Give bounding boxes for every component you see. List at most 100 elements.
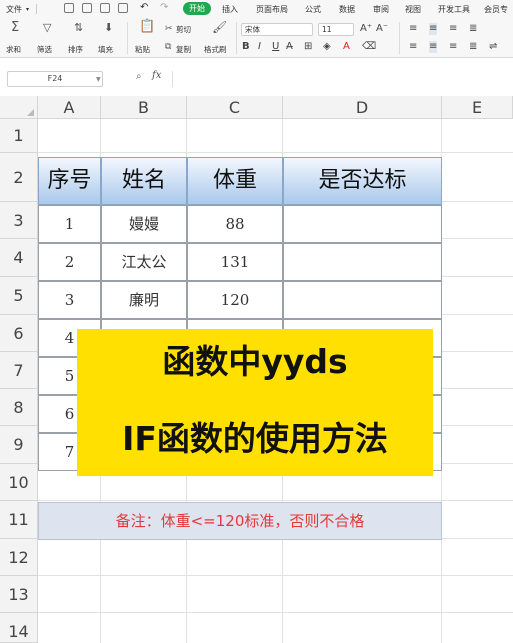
underline-icon[interactable]: U bbox=[272, 41, 279, 53]
align-top-icon[interactable]: ≡ bbox=[409, 23, 417, 35]
menu-page-layout[interactable]: 页面布局 bbox=[256, 4, 288, 15]
row-header-13[interactable]: 13 bbox=[0, 576, 38, 613]
justify-icon[interactable]: ≣ bbox=[469, 41, 477, 53]
increase-font-icon[interactable]: A⁺ bbox=[360, 23, 372, 35]
cut-button[interactable]: 剪切 bbox=[176, 24, 191, 35]
row-header-11[interactable]: 11 bbox=[0, 501, 38, 539]
fx-icon[interactable]: fx bbox=[152, 70, 161, 81]
copy-button[interactable]: 复制 bbox=[176, 44, 191, 55]
fill-color-icon[interactable]: ◈ bbox=[323, 41, 331, 53]
table-cell-no[interactable]: 2 bbox=[38, 243, 101, 281]
row-header-2[interactable]: 2 bbox=[0, 153, 38, 202]
banner-line-2: IF函数的使用方法 bbox=[122, 419, 388, 458]
menu-view[interactable]: 视图 bbox=[405, 4, 421, 15]
title-banner: 函数中yyds IF函数的使用方法 bbox=[77, 329, 433, 476]
brush-icon[interactable]: 🖌 bbox=[212, 21, 227, 33]
col-header-a[interactable]: A bbox=[38, 96, 101, 119]
filter-icon[interactable]: ▽ bbox=[43, 22, 51, 34]
table-header-no[interactable]: 序号 bbox=[38, 157, 101, 205]
menu-insert[interactable]: 插入 bbox=[222, 4, 238, 15]
table-cell-pass[interactable] bbox=[283, 205, 442, 243]
redo-icon[interactable]: ↷ bbox=[160, 2, 168, 13]
table-header-pass[interactable]: 是否达标 bbox=[283, 157, 442, 205]
fill-icon[interactable]: ⬇ bbox=[104, 22, 113, 34]
ribbon-toolbar: Σ 求和 ▽ 筛选 ⇅ 排序 ⬇ 填充 📋 粘贴 ✂ 剪切 ⧉ 复制 🖌 格式刷… bbox=[0, 18, 513, 58]
col-header-e[interactable]: E bbox=[442, 96, 513, 119]
menu-developer[interactable]: 开发工具 bbox=[438, 4, 470, 15]
align-middle-icon[interactable]: ≡ bbox=[429, 23, 438, 35]
print-icon[interactable] bbox=[100, 3, 110, 13]
search-icon[interactable]: ⌕ bbox=[136, 71, 142, 82]
table-header-name[interactable]: 姓名 bbox=[101, 157, 187, 205]
row-header-12[interactable]: 12 bbox=[0, 539, 38, 576]
format-painter-button[interactable]: 格式刷 bbox=[204, 44, 227, 55]
font-color-icon[interactable]: A bbox=[343, 41, 350, 53]
save-icon[interactable] bbox=[64, 3, 74, 13]
row-header-10[interactable]: 10 bbox=[0, 464, 38, 501]
decrease-font-icon[interactable]: A⁻ bbox=[376, 23, 388, 35]
table-cell-weight[interactable]: 88 bbox=[187, 205, 283, 243]
formula-input[interactable] bbox=[172, 71, 508, 87]
menu-start[interactable]: 开始 bbox=[183, 2, 211, 15]
name-box[interactable]: F24 bbox=[7, 71, 103, 87]
align-center-icon[interactable]: ≡ bbox=[429, 41, 438, 53]
select-all-corner[interactable] bbox=[0, 96, 38, 119]
undo-icon[interactable]: ↶ bbox=[140, 2, 148, 13]
menu-formula[interactable]: 公式 bbox=[305, 4, 321, 15]
table-header-weight[interactable]: 体重 bbox=[187, 157, 283, 205]
note-cell[interactable]: 备注：体重<=120标准，否则不合格 bbox=[38, 502, 442, 540]
table-cell-pass[interactable] bbox=[283, 281, 442, 319]
banner-line-1: 函数中yyds bbox=[162, 342, 348, 381]
row-header-5[interactable]: 5 bbox=[0, 277, 38, 315]
table-cell-name[interactable]: 江太公 bbox=[101, 243, 187, 281]
print-preview-icon[interactable] bbox=[82, 3, 92, 13]
row-header-14[interactable]: 14 bbox=[0, 613, 38, 643]
row-header-4[interactable]: 4 bbox=[0, 239, 38, 277]
paste-icon[interactable]: 📋 bbox=[139, 20, 155, 33]
filter-button[interactable]: 筛选 bbox=[37, 44, 52, 55]
chevron-down-icon[interactable]: ▼ bbox=[96, 76, 101, 83]
table-cell-weight[interactable]: 131 bbox=[187, 243, 283, 281]
row-header-9[interactable]: 9 bbox=[0, 426, 38, 464]
row-header-8[interactable]: 8 bbox=[0, 389, 38, 426]
menu-file[interactable]: 文件 bbox=[6, 4, 22, 15]
border-icon[interactable]: ⊞ bbox=[304, 41, 312, 53]
copy-icon[interactable]: ⧉ bbox=[165, 41, 171, 53]
col-header-b[interactable]: B bbox=[101, 96, 187, 119]
sum-icon[interactable]: Σ bbox=[11, 21, 19, 34]
table-cell-name[interactable]: 嫚嫚 bbox=[101, 205, 187, 243]
clear-format-icon[interactable]: ⌫ bbox=[362, 41, 376, 53]
sort-button[interactable]: 排序 bbox=[68, 44, 83, 55]
align-bottom-icon[interactable]: ≡ bbox=[449, 23, 457, 35]
fill-button[interactable]: 填充 bbox=[98, 44, 113, 55]
row-header-7[interactable]: 7 bbox=[0, 352, 38, 389]
table-cell-no[interactable]: 1 bbox=[38, 205, 101, 243]
sum-button[interactable]: 求和 bbox=[6, 44, 21, 55]
align-right-icon[interactable]: ≡ bbox=[449, 41, 457, 53]
table-cell-weight[interactable]: 120 bbox=[187, 281, 283, 319]
sort-icon[interactable]: ⇅ bbox=[74, 22, 83, 34]
strikethrough-icon[interactable]: A̶ bbox=[286, 41, 293, 53]
bold-icon[interactable]: B bbox=[242, 41, 250, 53]
chevron-down-icon[interactable]: ▾ bbox=[26, 6, 29, 13]
wrap-text-icon[interactable]: ⇌ bbox=[489, 41, 497, 53]
paste-button[interactable]: 粘贴 bbox=[135, 44, 150, 55]
row-header-6[interactable]: 6 bbox=[0, 315, 38, 352]
col-header-d[interactable]: D bbox=[283, 96, 442, 119]
indent-icon[interactable]: ≣ bbox=[469, 23, 477, 35]
menu-member[interactable]: 会员专 bbox=[484, 4, 508, 15]
font-size-select[interactable]: 11 bbox=[318, 23, 354, 36]
table-cell-pass[interactable] bbox=[283, 243, 442, 281]
table-cell-name[interactable]: 廉明 bbox=[101, 281, 187, 319]
menu-data[interactable]: 数据 bbox=[339, 4, 355, 15]
font-name-select[interactable]: 宋体 bbox=[241, 23, 313, 36]
export-icon[interactable] bbox=[118, 3, 128, 13]
align-left-icon[interactable]: ≡ bbox=[409, 41, 417, 53]
table-cell-no[interactable]: 3 bbox=[38, 281, 101, 319]
menu-review[interactable]: 审阅 bbox=[373, 4, 389, 15]
italic-icon[interactable]: I bbox=[258, 41, 261, 53]
col-header-c[interactable]: C bbox=[187, 96, 283, 119]
scissors-icon[interactable]: ✂ bbox=[165, 23, 173, 35]
row-header-3[interactable]: 3 bbox=[0, 202, 38, 239]
row-header-1[interactable]: 1 bbox=[0, 119, 38, 153]
